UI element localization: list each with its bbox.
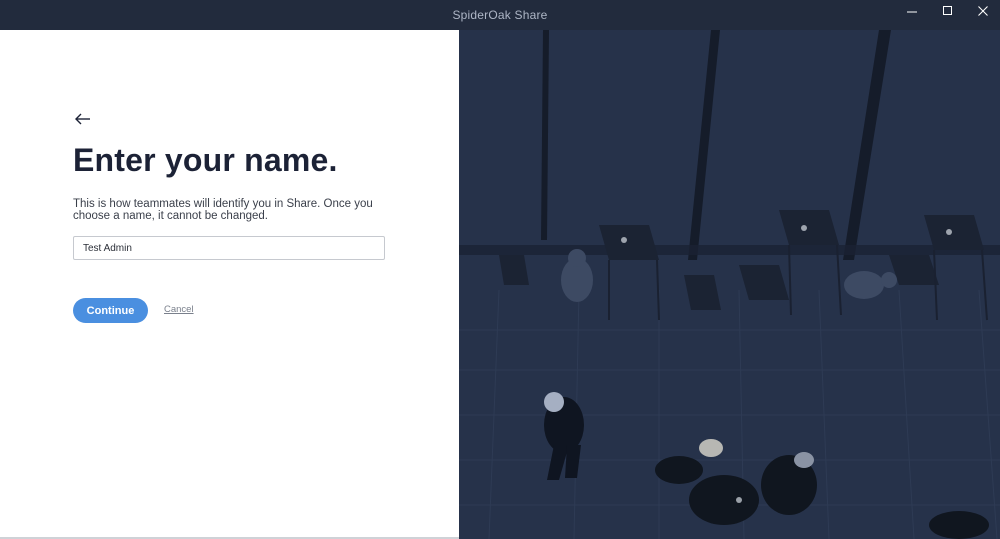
background-photo [459, 30, 1000, 539]
name-input[interactable] [73, 236, 385, 260]
window-title: SpiderOak Share [452, 8, 548, 22]
cafe-photo-image [459, 30, 1000, 539]
arrow-left-icon [75, 113, 90, 125]
title-bar: SpiderOak Share [0, 0, 1000, 30]
back-button[interactable] [70, 108, 96, 130]
continue-button[interactable]: Continue [73, 298, 148, 323]
minimize-button[interactable] [895, 0, 929, 22]
description-text: This is how teammates will identify you … [73, 198, 373, 222]
maximize-icon [943, 6, 952, 15]
cancel-link[interactable]: Cancel [164, 304, 194, 315]
minimize-icon [907, 11, 917, 13]
form-panel: Enter your name. This is how teammates w… [0, 30, 459, 539]
close-icon [978, 6, 988, 16]
close-button[interactable] [966, 0, 1000, 22]
page-title: Enter your name. [73, 142, 338, 178]
maximize-button[interactable] [931, 0, 965, 22]
